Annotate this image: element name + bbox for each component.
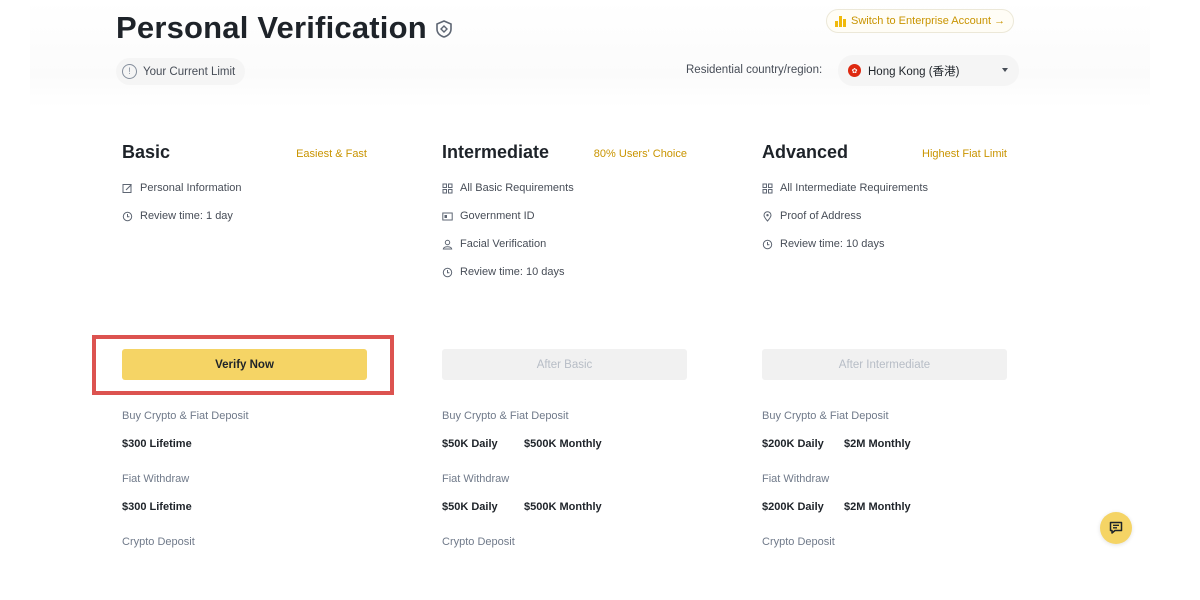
info-icon: !	[122, 64, 137, 79]
requirement-text: Proof of Address	[780, 210, 862, 222]
chevron-down-icon	[1002, 68, 1008, 72]
clock-icon	[442, 267, 453, 278]
id-card-icon	[442, 211, 453, 222]
buy-daily-value: $200K Daily	[762, 438, 824, 450]
user-icon	[442, 239, 453, 250]
requirement-text: All Basic Requirements	[460, 182, 574, 194]
withdraw-monthly-value: $2M Monthly	[844, 501, 911, 513]
crypto-deposit-label: Crypto Deposit	[122, 536, 195, 548]
requirement-text: Government ID	[460, 210, 535, 222]
requirement-item: Personal Information	[122, 182, 242, 194]
hong-kong-flag-icon: ✿	[848, 64, 861, 77]
requirement-text: Facial Verification	[460, 238, 547, 250]
requirement-item: All Basic Requirements	[442, 182, 574, 194]
tier-intermediate: Intermediate 80% Users' Choice All Basic…	[442, 142, 687, 548]
requirement-item: All Intermediate Requirements	[762, 182, 928, 194]
buy-daily-value: $50K Daily	[442, 438, 498, 450]
country-value: Hong Kong (香港)	[868, 65, 960, 78]
grid-icon	[762, 183, 773, 194]
tier-advanced: Advanced Highest Fiat Limit All Intermed…	[762, 142, 1007, 548]
tier-tag: Easiest & Fast	[296, 148, 367, 160]
chat-icon	[1109, 521, 1123, 534]
chat-support-button[interactable]	[1100, 512, 1132, 544]
fiat-withdraw-label: Fiat Withdraw	[442, 473, 510, 485]
clock-icon	[762, 239, 773, 250]
buy-limit-value: $300 Lifetime	[122, 438, 192, 450]
buy-crypto-label: Buy Crypto & Fiat Deposit	[762, 410, 889, 422]
tier-basic: Basic Easiest & Fast Personal Informatio…	[122, 142, 367, 548]
current-limit-button[interactable]: ! Your Current Limit	[116, 58, 246, 85]
requirement-text: Review time: 10 days	[460, 266, 565, 278]
verify-now-highlight	[92, 335, 394, 395]
crypto-deposit-label: Crypto Deposit	[442, 536, 515, 548]
crypto-deposit-label: Crypto Deposit	[762, 536, 835, 548]
shield-icon[interactable]	[434, 19, 454, 39]
after-basic-button[interactable]: After Basic	[442, 349, 687, 380]
country-select[interactable]: ✿ Hong Kong (香港)	[838, 55, 1019, 86]
requirement-text: All Intermediate Requirements	[780, 182, 928, 194]
country-label: Residential country/region:	[686, 64, 823, 76]
tier-tag: Highest Fiat Limit	[922, 148, 1007, 160]
page-title: Personal Verification	[116, 10, 427, 45]
buy-crypto-label: Buy Crypto & Fiat Deposit	[442, 410, 569, 422]
requirement-item: Proof of Address	[762, 210, 861, 222]
requirement-item: Facial Verification	[442, 238, 546, 250]
withdraw-daily-value: $50K Daily	[442, 501, 498, 513]
current-limit-label: Your Current Limit	[143, 65, 236, 78]
withdraw-monthly-value: $500K Monthly	[524, 501, 602, 513]
requirement-text: Review time: 1 day	[140, 210, 233, 222]
requirement-item: Review time: 10 days	[762, 238, 885, 250]
switch-enterprise-label: Switch to Enterprise Account →	[851, 15, 1006, 27]
fiat-withdraw-label: Fiat Withdraw	[122, 473, 190, 485]
location-pin-icon	[762, 210, 773, 222]
requirement-item: Government ID	[442, 210, 535, 222]
edit-icon	[122, 183, 133, 194]
requirement-text: Review time: 10 days	[780, 238, 885, 250]
requirement-text: Personal Information	[140, 182, 242, 194]
requirement-item: Review time: 1 day	[122, 210, 233, 222]
requirement-item: Review time: 10 days	[442, 266, 565, 278]
buy-monthly-value: $500K Monthly	[524, 438, 602, 450]
buy-crypto-label: Buy Crypto & Fiat Deposit	[122, 410, 249, 422]
withdraw-limit-value: $300 Lifetime	[122, 501, 192, 513]
withdraw-daily-value: $200K Daily	[762, 501, 824, 513]
fiat-withdraw-label: Fiat Withdraw	[762, 473, 830, 485]
after-intermediate-button[interactable]: After Intermediate	[762, 349, 1007, 380]
clock-icon	[122, 211, 133, 222]
buy-monthly-value: $2M Monthly	[844, 438, 911, 450]
grid-icon	[442, 183, 453, 194]
switch-enterprise-link[interactable]: Switch to Enterprise Account →	[826, 9, 1015, 33]
building-icon	[835, 15, 846, 27]
tier-tag: 80% Users' Choice	[593, 148, 687, 160]
